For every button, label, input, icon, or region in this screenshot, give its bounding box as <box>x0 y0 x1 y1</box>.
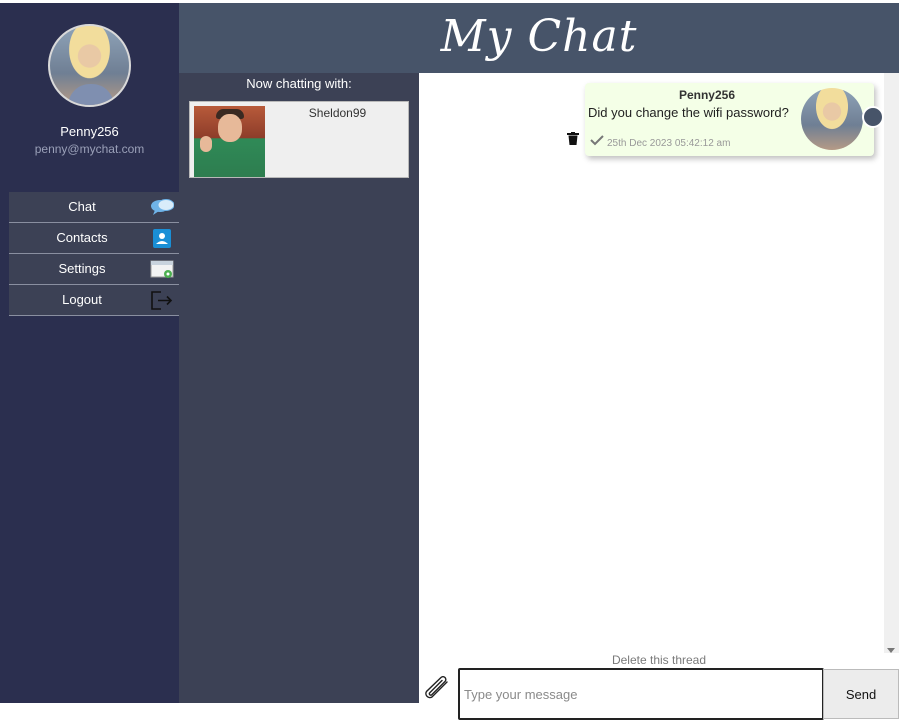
message-input[interactable] <box>458 668 824 720</box>
contact-avatar <box>194 106 265 177</box>
paperclip-icon[interactable] <box>423 676 455 704</box>
menu-item-contacts[interactable]: Contacts <box>9 223 179 254</box>
menu-item-logout[interactable]: Logout <box>9 285 179 316</box>
contacts-panel: Now chatting with: Sheldon99 <box>179 73 419 703</box>
menu-item-chat[interactable]: Chat <box>9 192 179 223</box>
menu-item-label: Contacts <box>56 230 108 245</box>
online-status-dot <box>862 106 884 128</box>
check-icon <box>590 135 604 146</box>
app-header: My Chat <box>179 3 899 73</box>
message-text: Did you change the wifi password? <box>588 105 789 120</box>
menu-item-label: Chat <box>68 199 96 214</box>
chat-app: Penny256 penny@mychat.com Chat Contacts <box>0 0 906 727</box>
menu-item-label: Logout <box>62 292 102 307</box>
chat-bubble-icon <box>151 199 174 215</box>
trash-icon[interactable] <box>567 132 579 145</box>
message-bubble: Penny256 Did you change the wifi passwor… <box>585 83 874 156</box>
chat-scrollbar[interactable] <box>884 73 899 653</box>
chatting-with-heading: Now chatting with: <box>246 76 352 91</box>
delete-thread-link[interactable]: Delete this thread <box>559 653 759 667</box>
user-email: penny@mychat.com <box>34 142 145 156</box>
user-avatar[interactable] <box>48 24 131 107</box>
app-title: My Chat <box>440 11 638 62</box>
message-sender: Penny256 <box>678 88 736 102</box>
main-menu: Chat Contacts Settings Logout <box>9 192 179 316</box>
settings-window-icon <box>150 260 174 278</box>
message-sender-avatar <box>801 88 863 150</box>
chat-thread[interactable]: Penny256 Did you change the wifi passwor… <box>419 73 899 669</box>
contact-card-icon <box>153 229 171 248</box>
contact-name: Sheldon99 <box>308 106 367 120</box>
menu-item-label: Settings <box>58 261 106 276</box>
logout-icon <box>151 291 173 310</box>
send-button[interactable]: Send <box>823 669 899 719</box>
menu-item-settings[interactable]: Settings <box>9 254 179 285</box>
user-name: Penny256 <box>60 124 119 139</box>
sidebar: Penny256 penny@mychat.com Chat Contacts <box>0 3 179 703</box>
contact-item[interactable]: Sheldon99 <box>189 101 409 178</box>
message-timestamp: 25th Dec 2023 05:42:12 am <box>607 138 731 149</box>
